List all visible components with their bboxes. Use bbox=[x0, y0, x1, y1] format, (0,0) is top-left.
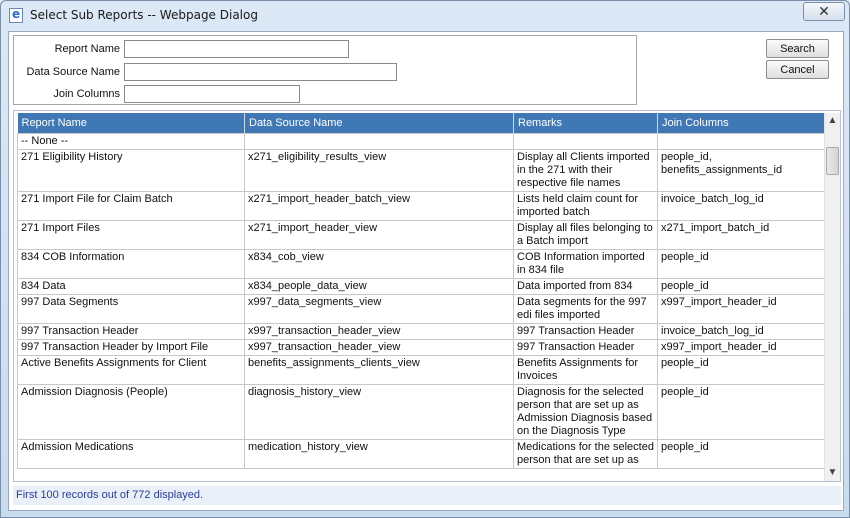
cell-report-name: 997 Data Segments bbox=[17, 294, 245, 324]
cell-data-source-name: medication_history_view bbox=[244, 439, 514, 469]
status-bar: First 100 records out of 772 displayed. bbox=[13, 486, 841, 505]
scroll-thumb[interactable] bbox=[826, 147, 839, 175]
cell-join-columns: people_id bbox=[657, 249, 828, 279]
cell-report-name: 271 Import Files bbox=[17, 220, 245, 250]
cell-report-name: 271 Eligibility History bbox=[17, 149, 245, 192]
cell-report-name: 997 Transaction Header by Import File bbox=[17, 339, 245, 356]
cell-join-columns: invoice_batch_log_id bbox=[657, 323, 828, 340]
column-header-join-columns[interactable]: Join Columns bbox=[657, 113, 828, 134]
cell-join-columns: x997_import_header_id bbox=[657, 339, 828, 356]
scroll-down-arrow-icon[interactable]: ▼ bbox=[825, 465, 840, 481]
table-row[interactable]: 997 Data Segments x997_data_segments_view… bbox=[17, 294, 828, 324]
close-button[interactable]: ✕ bbox=[803, 2, 845, 21]
cancel-button[interactable]: Cancel bbox=[766, 60, 829, 79]
results-grid: Report Name Data Source Name Remarks Joi… bbox=[13, 110, 841, 482]
table-row[interactable]: Admission Diagnosis (People) diagnosis_hi… bbox=[17, 384, 828, 440]
cell-remarks: 997 Transaction Header bbox=[513, 323, 658, 340]
cell-data-source-name: x271_eligibility_results_view bbox=[244, 149, 514, 192]
cell-join-columns bbox=[657, 133, 828, 150]
column-header-data-source-name[interactable]: Data Source Name bbox=[244, 113, 514, 134]
cell-report-name: 997 Transaction Header bbox=[17, 323, 245, 340]
table-row[interactable]: -- None -- bbox=[17, 133, 828, 150]
status-text: First 100 records out of 772 displayed. bbox=[16, 489, 204, 501]
table-row[interactable]: 997 Transaction Header x997_transaction_h… bbox=[17, 323, 828, 340]
cell-report-name: 271 Import File for Claim Batch bbox=[17, 191, 245, 221]
table-row[interactable]: 997 Transaction Header by Import File x99… bbox=[17, 339, 828, 356]
results-table: Report Name Data Source Name Remarks Joi… bbox=[17, 113, 828, 469]
data-source-name-label: Data Source Name bbox=[26, 66, 120, 78]
cell-report-name: Admission Diagnosis (People) bbox=[17, 384, 245, 440]
cell-join-columns: invoice_batch_log_id bbox=[657, 191, 828, 221]
table-row[interactable]: 271 Import Files x271_import_header_view D… bbox=[17, 220, 828, 250]
table-row[interactable]: Active Benefits Assignments for Client be… bbox=[17, 355, 828, 385]
cell-join-columns: people_id, benefits_assignments_id bbox=[657, 149, 828, 192]
search-button[interactable]: Search bbox=[766, 39, 829, 58]
cell-remarks: Data segments for the 997 edi files impo… bbox=[513, 294, 658, 324]
cell-report-name: 834 Data bbox=[17, 278, 245, 295]
table-header-row: Report Name Data Source Name Remarks Joi… bbox=[17, 113, 828, 134]
cell-data-source-name bbox=[244, 133, 514, 150]
report-name-input[interactable] bbox=[124, 40, 349, 58]
cell-data-source-name: x834_cob_view bbox=[244, 249, 514, 279]
cell-report-name: Active Benefits Assignments for Client bbox=[17, 355, 245, 385]
table-row[interactable]: 834 Data x834_people_data_view Data import… bbox=[17, 278, 828, 295]
ie-page-icon bbox=[9, 7, 23, 23]
cell-report-name: 834 COB Information bbox=[17, 249, 245, 279]
cell-remarks: Diagnosis for the selected person that a… bbox=[513, 384, 658, 440]
cell-remarks: Medications for the selected person that… bbox=[513, 439, 658, 469]
cell-remarks: Lists held claim count for imported batc… bbox=[513, 191, 658, 221]
table-row[interactable]: Admission Medications medication_history_… bbox=[17, 439, 828, 469]
window-title: Select Sub Reports -- Webpage Dialog bbox=[30, 8, 258, 22]
cell-report-name: Admission Medications bbox=[17, 439, 245, 469]
table-row[interactable]: 271 Eligibility History x271_eligibility_… bbox=[17, 149, 828, 192]
cell-data-source-name: x271_import_header_batch_view bbox=[244, 191, 514, 221]
cell-data-source-name: x997_transaction_header_view bbox=[244, 339, 514, 356]
cell-data-source-name: x834_people_data_view bbox=[244, 278, 514, 295]
cell-data-source-name: x997_data_segments_view bbox=[244, 294, 514, 324]
filter-panel: Report Name Data Source Name Join Column… bbox=[13, 35, 637, 105]
column-header-remarks[interactable]: Remarks bbox=[513, 113, 658, 134]
cell-join-columns: people_id bbox=[657, 384, 828, 440]
cell-remarks: Data imported from 834 bbox=[513, 278, 658, 295]
cell-join-columns: people_id bbox=[657, 278, 828, 295]
report-name-label: Report Name bbox=[54, 43, 120, 55]
cell-remarks: 997 Transaction Header bbox=[513, 339, 658, 356]
cell-join-columns: x271_import_batch_id bbox=[657, 220, 828, 250]
cell-remarks: COB Information imported in 834 file bbox=[513, 249, 658, 279]
table-row[interactable]: 271 Import File for Claim Batch x271_impo… bbox=[17, 191, 828, 221]
cell-remarks bbox=[513, 133, 658, 150]
cell-remarks: Benefits Assignments for Invoices bbox=[513, 355, 658, 385]
cell-data-source-name: benefits_assignments_clients_view bbox=[244, 355, 514, 385]
cell-join-columns: x997_import_header_id bbox=[657, 294, 828, 324]
dialog-window: Select Sub Reports -- Webpage Dialog ✕ R… bbox=[0, 0, 850, 518]
cell-remarks: Display all files belonging to a Batch i… bbox=[513, 220, 658, 250]
cell-data-source-name: x271_import_header_view bbox=[244, 220, 514, 250]
table-row[interactable]: 834 COB Information x834_cob_view COB Info… bbox=[17, 249, 828, 279]
cell-join-columns: people_id bbox=[657, 439, 828, 469]
cell-report-name: -- None -- bbox=[17, 133, 245, 150]
data-source-name-input[interactable] bbox=[124, 63, 397, 81]
vertical-scrollbar[interactable]: ▲ ▼ bbox=[824, 113, 840, 481]
cell-join-columns: people_id bbox=[657, 355, 828, 385]
title-bar: Select Sub Reports -- Webpage Dialog ✕ bbox=[1, 1, 849, 31]
dialog-content: Report Name Data Source Name Join Column… bbox=[8, 31, 844, 511]
column-header-report-name[interactable]: Report Name bbox=[17, 113, 245, 134]
cell-remarks: Display all Clients imported in the 271 … bbox=[513, 149, 658, 192]
cell-data-source-name: diagnosis_history_view bbox=[244, 384, 514, 440]
scroll-up-arrow-icon[interactable]: ▲ bbox=[825, 113, 840, 129]
close-icon: ✕ bbox=[818, 3, 830, 19]
join-columns-label: Join Columns bbox=[53, 88, 120, 100]
join-columns-input[interactable] bbox=[124, 85, 300, 103]
table-body: -- None -- 271 Eligibility History x271_el… bbox=[17, 133, 828, 469]
cell-data-source-name: x997_transaction_header_view bbox=[244, 323, 514, 340]
